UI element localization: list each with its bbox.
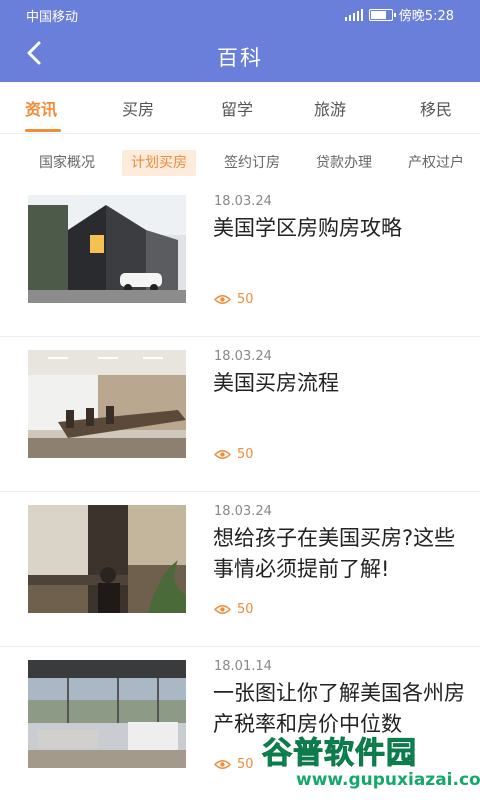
- category-tabs: 资讯 买房 留学 旅游 移民: [0, 82, 480, 134]
- tab-immigration[interactable]: 移民: [420, 96, 452, 120]
- active-tab-indicator: [25, 129, 61, 132]
- article-title: 美国学区房购房攻略: [213, 216, 402, 240]
- eye-icon: [214, 450, 231, 459]
- tab-travel[interactable]: 旅游: [314, 96, 346, 120]
- app-header: 中国移动 傍晚5:28 百科: [0, 0, 480, 82]
- view-count-value: 50: [237, 757, 254, 772]
- article-title: 美国买房流程: [213, 371, 339, 395]
- article-date: 18.01.14: [214, 659, 272, 674]
- status-indicators: 傍晚5:28: [344, 5, 454, 24]
- view-count-value: 50: [237, 447, 254, 462]
- office-desk-photo: [28, 505, 186, 613]
- article-date: 18.03.24: [214, 349, 272, 364]
- conference-room-photo: [28, 350, 186, 458]
- subcategory-tabs: 国家概况 计划买房 签约订房 贷款办理 产权过户: [0, 142, 480, 182]
- subtab-loan[interactable]: 贷款办理: [316, 150, 372, 176]
- clock: 傍晚5:28: [398, 9, 454, 24]
- living-room-photo: [28, 660, 186, 768]
- view-count: 50: [214, 757, 254, 772]
- view-count-value: 50: [237, 292, 254, 307]
- carrier-label: 中国移动: [26, 10, 79, 25]
- eye-icon: [214, 605, 231, 614]
- page-title: 百科: [217, 46, 263, 70]
- view-count: 50: [214, 602, 254, 617]
- status-bar: 中国移动 傍晚5:28: [0, 0, 480, 28]
- subtab-title-transfer[interactable]: 产权过户: [408, 150, 464, 176]
- battery-icon: [368, 8, 396, 21]
- tab-news[interactable]: 资讯: [25, 96, 57, 120]
- modern-house-photo: [28, 195, 186, 303]
- subtab-sign-contract[interactable]: 签约订房: [224, 150, 280, 176]
- tab-study-abroad[interactable]: 留学: [221, 96, 253, 120]
- subtab-plan-purchase[interactable]: 计划买房: [122, 150, 196, 176]
- article-date: 18.03.24: [214, 504, 272, 519]
- watermark-logo: 谷普软件园 www.gupuxiazai.com: [262, 728, 480, 800]
- view-count: 50: [214, 292, 254, 307]
- list-item[interactable]: 18.03.24 美国买房流程 50: [0, 337, 480, 492]
- tab-buy-house[interactable]: 买房: [122, 96, 154, 120]
- eye-icon: [214, 295, 231, 304]
- view-count-value: 50: [237, 602, 254, 617]
- article-date: 18.03.24: [214, 194, 272, 209]
- article-title: 想给孩子在美国买房?这些事情必须提前了解!: [213, 526, 456, 581]
- subtab-country-overview[interactable]: 国家概况: [39, 150, 95, 176]
- watermark-url: www.gupuxiazai.com: [296, 770, 480, 790]
- eye-icon: [214, 760, 231, 769]
- signal-icon: [344, 8, 363, 21]
- list-item[interactable]: 18.03.24 美国学区房购房攻略 50: [0, 182, 480, 337]
- watermark-text: 谷普软件园: [262, 736, 417, 772]
- list-item[interactable]: 18.03.24 想给孩子在美国买房?这些事情必须提前了解! 50: [0, 492, 480, 647]
- view-count: 50: [214, 447, 254, 462]
